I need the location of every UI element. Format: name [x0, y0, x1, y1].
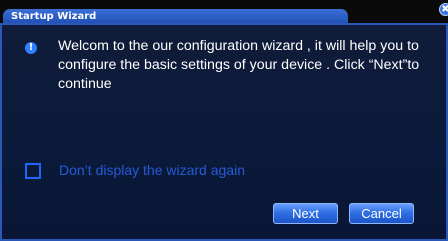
- close-icon[interactable]: ✖: [439, 3, 448, 16]
- cancel-button[interactable]: Cancel: [349, 203, 414, 224]
- dialog-title: Startup Wizard: [11, 11, 97, 22]
- welcome-message: Welcom to the our configuration wizard ,…: [58, 38, 420, 92]
- title-bar: Startup Wizard ✖: [0, 0, 448, 24]
- info-icon: !: [25, 42, 37, 54]
- dont-display-label[interactable]: Don’t display the wizard again: [59, 161, 245, 179]
- dont-display-checkbox[interactable]: [25, 163, 41, 179]
- next-button[interactable]: Next: [273, 203, 338, 224]
- startup-wizard-dialog: Startup Wizard ✖ ! Welcom to the our con…: [0, 0, 448, 241]
